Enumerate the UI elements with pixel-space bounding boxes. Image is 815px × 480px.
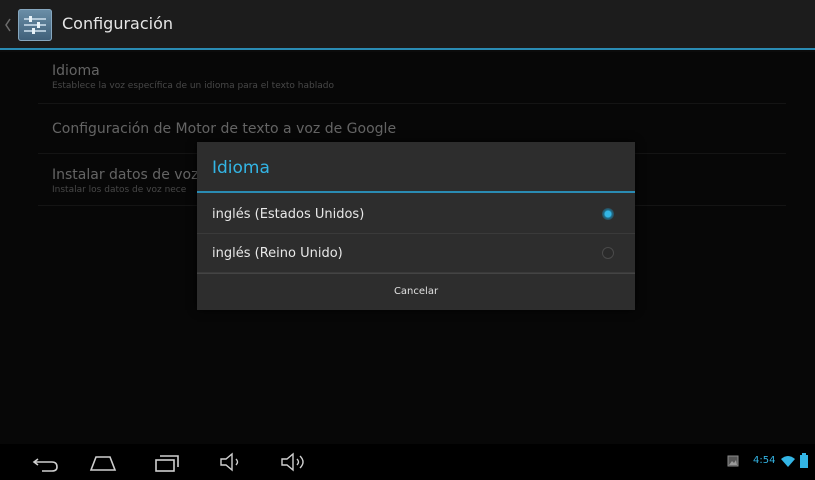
chevron-left-icon[interactable] bbox=[3, 15, 13, 35]
clock: 4:54 bbox=[753, 455, 776, 466]
language-dialog: Idioma inglés (Estados Unidos) inglés (R… bbox=[197, 142, 635, 310]
battery-icon bbox=[800, 453, 808, 468]
volume-down-icon[interactable] bbox=[218, 450, 244, 474]
option-english-uk[interactable]: inglés (Reino Unido) bbox=[197, 234, 635, 273]
screen: Configuración Idioma Establece la voz es… bbox=[0, 0, 815, 480]
dialog-footer: Cancelar bbox=[197, 273, 635, 310]
page-title: Configuración bbox=[62, 14, 174, 33]
option-english-us[interactable]: inglés (Estados Unidos) bbox=[197, 195, 635, 234]
system-navigation-bar: 4:54 bbox=[0, 444, 815, 480]
home-icon[interactable] bbox=[88, 450, 118, 474]
gallery-notification-icon[interactable] bbox=[727, 455, 739, 467]
radio-unchecked-icon[interactable] bbox=[602, 247, 614, 259]
dialog-title: Idioma bbox=[212, 158, 270, 178]
back-icon[interactable] bbox=[32, 450, 60, 474]
action-bar: Configuración bbox=[0, 0, 815, 50]
dialog-header: Idioma bbox=[197, 142, 635, 193]
option-label: inglés (Reino Unido) bbox=[212, 246, 343, 261]
radio-checked-icon[interactable] bbox=[602, 208, 614, 220]
settings-app-icon[interactable] bbox=[18, 9, 52, 41]
wifi-icon bbox=[781, 456, 795, 467]
cancel-button[interactable]: Cancelar bbox=[197, 274, 635, 310]
volume-up-icon[interactable] bbox=[279, 450, 311, 474]
option-label: inglés (Estados Unidos) bbox=[212, 207, 365, 222]
recent-apps-icon[interactable] bbox=[152, 450, 180, 474]
